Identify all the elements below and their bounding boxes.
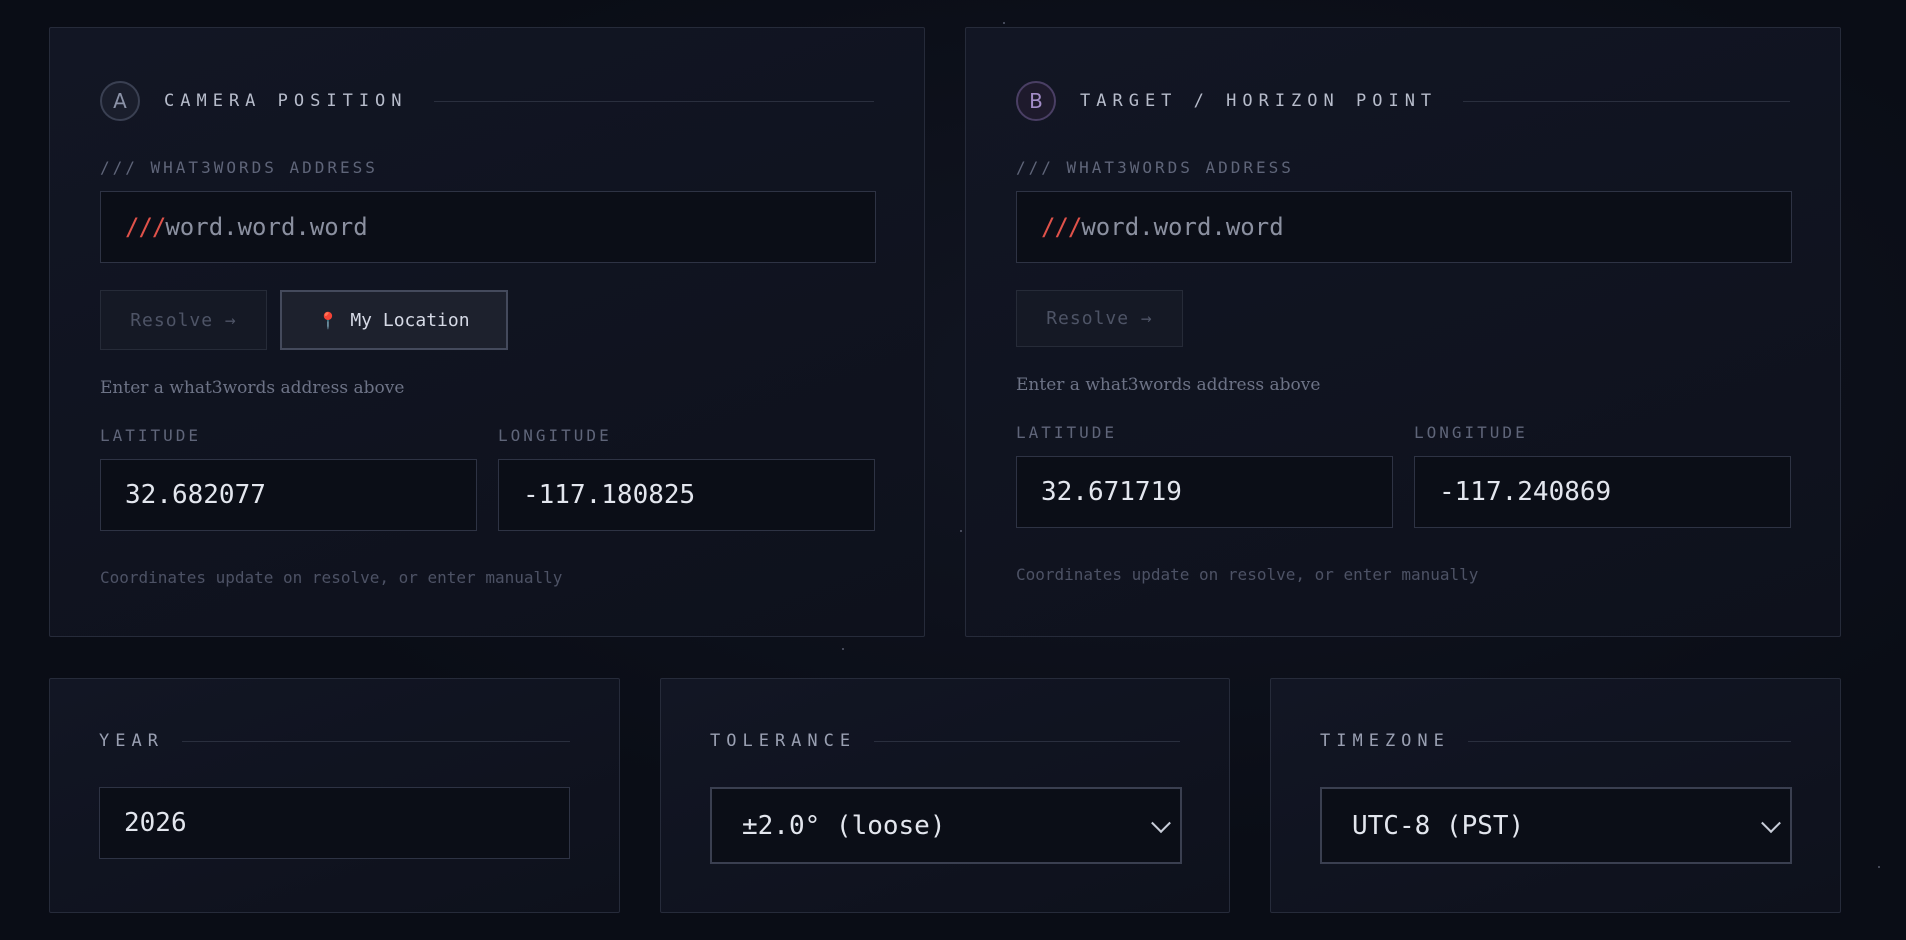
year-input[interactable]: 2026	[99, 787, 570, 859]
star-decoration	[842, 648, 844, 650]
timezone-selected-value: UTC-8 (PST)	[1352, 810, 1525, 841]
tolerance-select[interactable]: ±2.0° (loose)	[710, 787, 1182, 864]
camera-position-header: A CAMERA POSITION	[100, 79, 874, 123]
timezone-panel: TIMEZONE UTC-8 (PST)	[1270, 678, 1841, 913]
year-header: YEAR	[99, 731, 570, 751]
camera-hint: Enter a what3words address above	[100, 378, 405, 398]
star-decoration	[960, 530, 962, 532]
camera-w3w-placeholder: word.word.word	[165, 213, 368, 241]
year-title: YEAR	[99, 731, 164, 751]
star-decoration	[1003, 22, 1005, 24]
timezone-title: TIMEZONE	[1320, 731, 1450, 751]
timezone-select[interactable]: UTC-8 (PST)	[1320, 787, 1792, 864]
star-decoration	[1878, 866, 1880, 868]
w3w-slashes: ///	[1041, 213, 1082, 241]
chevron-down-icon	[1761, 812, 1781, 833]
pin-icon: 📍	[318, 310, 339, 330]
target-latitude-label: LATITUDE	[1016, 423, 1118, 442]
camera-position-panel: A CAMERA POSITION /// WHAT3WORDS ADDRESS…	[49, 27, 925, 637]
header-divider	[1467, 740, 1791, 742]
target-w3w-label: /// WHAT3WORDS ADDRESS	[1016, 158, 1294, 177]
camera-resolve-button[interactable]: Resolve →	[100, 290, 267, 350]
target-point-header: B TARGET / HORIZON POINT	[1016, 79, 1790, 123]
header-divider	[433, 100, 874, 102]
camera-position-title: CAMERA POSITION	[164, 91, 408, 111]
tolerance-panel: TOLERANCE ±2.0° (loose)	[660, 678, 1230, 913]
camera-footnote: Coordinates update on resolve, or enter …	[100, 568, 563, 587]
w3w-slashes: ///	[125, 213, 166, 241]
target-longitude-input[interactable]: -117.240869	[1414, 456, 1791, 528]
target-point-title: TARGET / HORIZON POINT	[1080, 91, 1438, 111]
target-badge: B	[1016, 81, 1056, 121]
camera-longitude-input[interactable]: -117.180825	[498, 459, 875, 531]
header-divider	[181, 740, 570, 742]
tolerance-header: TOLERANCE	[710, 731, 1180, 751]
target-w3w-input[interactable]: /// word.word.word	[1016, 191, 1792, 263]
target-point-panel: B TARGET / HORIZON POINT /// WHAT3WORDS …	[965, 27, 1841, 637]
camera-latitude-label: LATITUDE	[100, 426, 202, 445]
tolerance-selected-value: ±2.0° (loose)	[742, 810, 946, 841]
target-hint: Enter a what3words address above	[1016, 375, 1321, 395]
header-divider	[1463, 100, 1790, 102]
my-location-button[interactable]: 📍 My Location	[280, 290, 508, 350]
target-w3w-placeholder: word.word.word	[1081, 213, 1284, 241]
header-divider	[874, 740, 1180, 742]
chevron-down-icon	[1151, 812, 1171, 833]
year-panel: YEAR 2026	[49, 678, 620, 913]
my-location-label: My Location	[350, 309, 470, 331]
camera-latitude-input[interactable]: 32.682077	[100, 459, 477, 531]
camera-longitude-label: LONGITUDE	[498, 426, 612, 445]
camera-badge: A	[100, 81, 140, 121]
camera-w3w-input[interactable]: /// word.word.word	[100, 191, 876, 263]
timezone-header: TIMEZONE	[1320, 731, 1791, 751]
target-resolve-button[interactable]: Resolve →	[1016, 290, 1183, 347]
target-longitude-label: LONGITUDE	[1414, 423, 1528, 442]
tolerance-title: TOLERANCE	[710, 731, 857, 751]
camera-w3w-label: /// WHAT3WORDS ADDRESS	[100, 158, 378, 177]
target-latitude-input[interactable]: 32.671719	[1016, 456, 1393, 528]
target-footnote: Coordinates update on resolve, or enter …	[1016, 565, 1479, 584]
